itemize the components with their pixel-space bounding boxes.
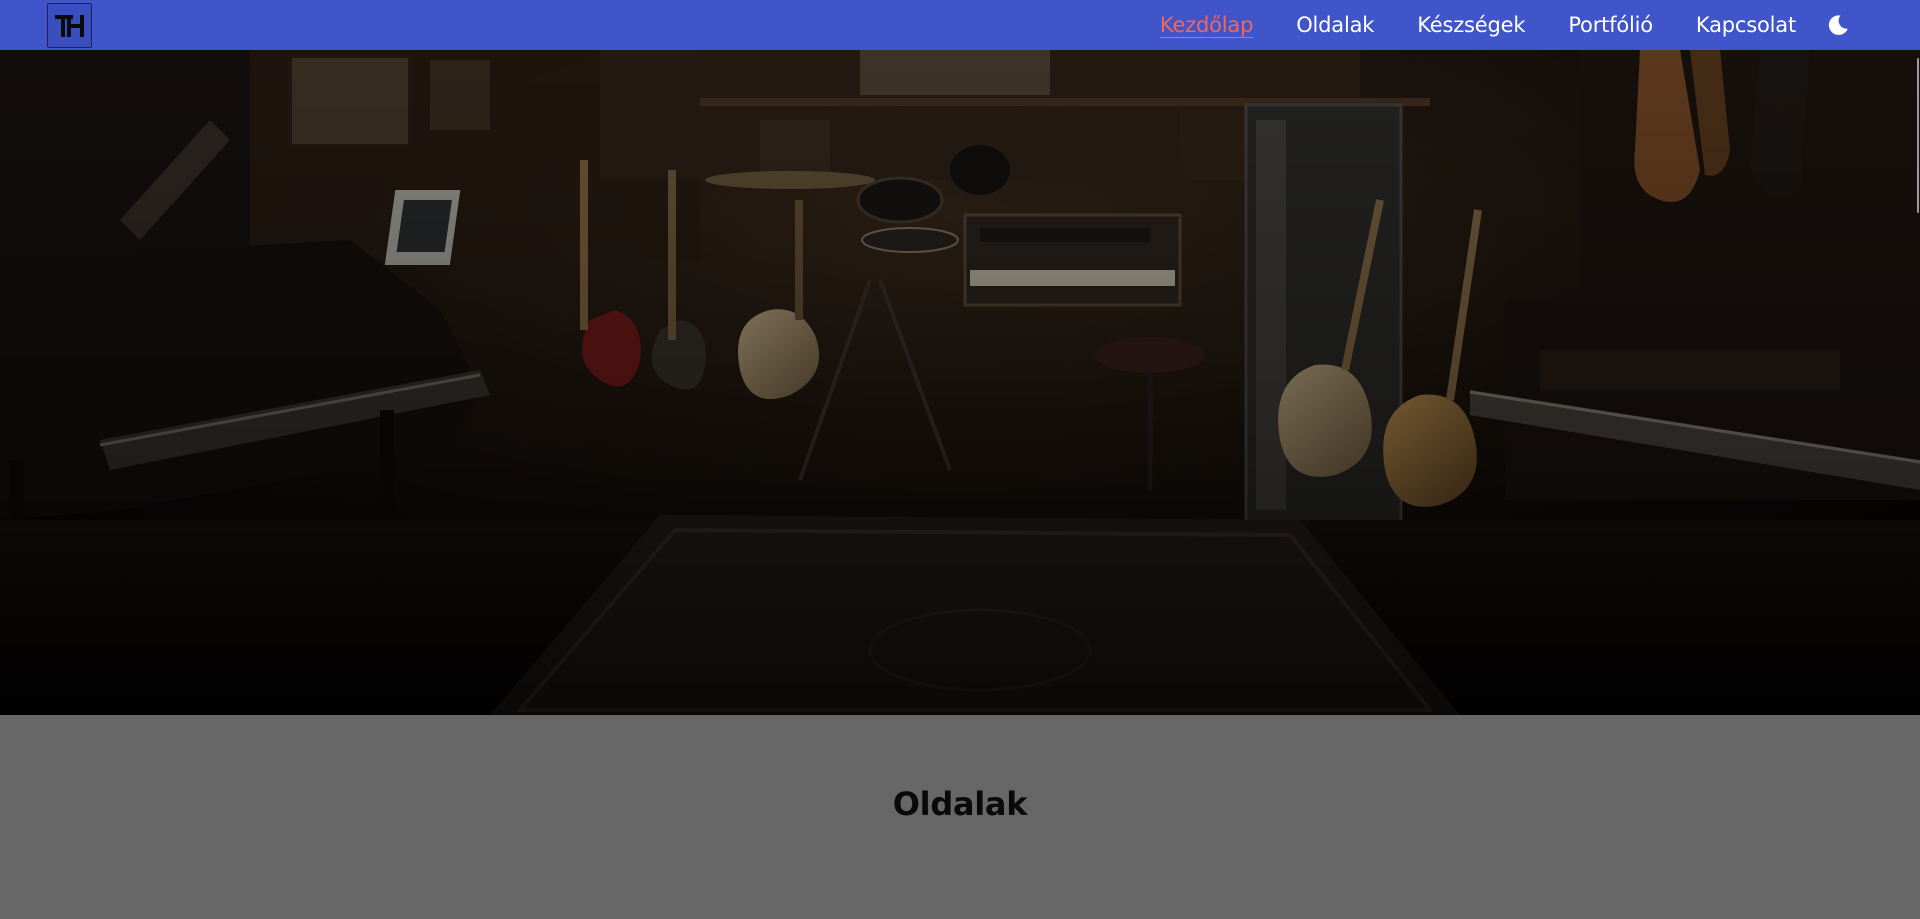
- main-navigation: Kezdőlap Oldalak Készségek Portfólió Kap…: [1117, 0, 1796, 50]
- section-title: Oldalak: [892, 785, 1028, 823]
- nav-link-skills[interactable]: Készségek: [1417, 13, 1525, 37]
- hero-dark-overlay: [0, 50, 1920, 715]
- pages-section: Oldalak: [0, 715, 1920, 919]
- site-logo[interactable]: [47, 3, 92, 48]
- page-scrollbar[interactable]: [1916, 0, 1920, 919]
- nav-link-contact[interactable]: Kapcsolat: [1696, 13, 1796, 37]
- scrollbar-thumb[interactable]: [1917, 58, 1919, 213]
- moon-icon: [1828, 15, 1848, 35]
- theme-toggle-button[interactable]: [1826, 13, 1850, 37]
- nav-link-portfolio[interactable]: Portfólió: [1568, 13, 1653, 37]
- nav-link-home[interactable]: Kezdőlap: [1160, 13, 1253, 37]
- nav-link-pages[interactable]: Oldalak: [1296, 13, 1374, 37]
- hero-banner: [0, 50, 1920, 715]
- top-navbar: Kezdőlap Oldalak Készségek Portfólió Kap…: [0, 0, 1920, 50]
- logo-monogram-icon: [54, 14, 84, 37]
